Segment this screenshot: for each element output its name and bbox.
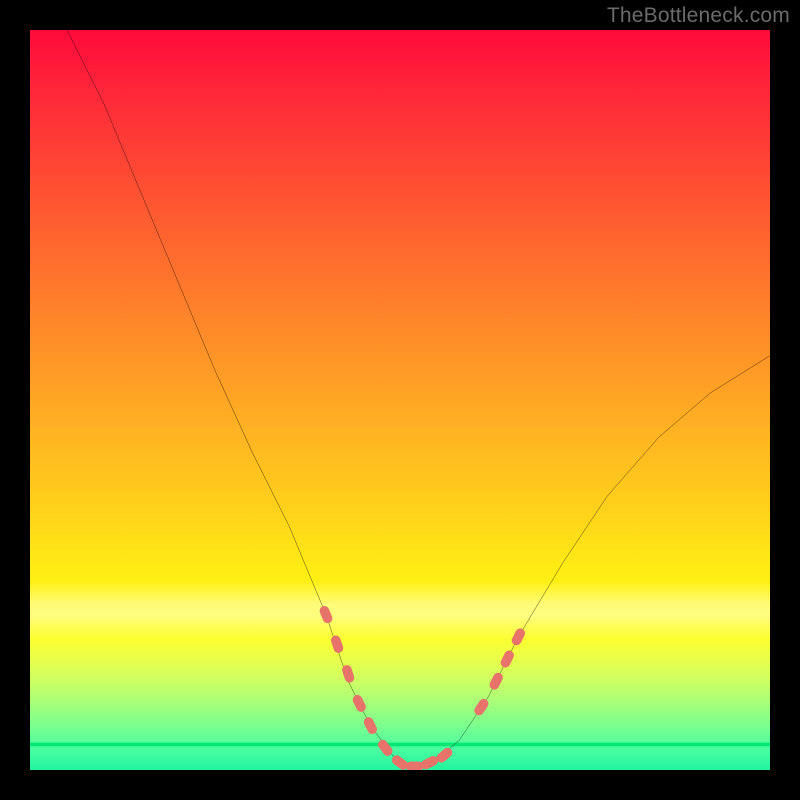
watermark-text: TheBottleneck.com <box>607 4 790 28</box>
chart-frame: TheBottleneck.com <box>0 0 800 800</box>
curve-marker <box>330 634 345 654</box>
plot-area <box>30 30 770 770</box>
bottleneck-curve <box>67 30 770 766</box>
curve-marker <box>488 671 505 691</box>
curve-marker <box>318 605 334 625</box>
curve-marker <box>341 664 356 684</box>
curve-marker <box>351 693 368 713</box>
curve-layer <box>30 30 770 770</box>
curve-marker <box>406 761 424 770</box>
curve-marker <box>362 716 379 736</box>
curve-marker <box>510 627 527 647</box>
curve-marker <box>472 697 490 717</box>
curve-marker <box>376 738 394 758</box>
curve-marker <box>499 649 516 669</box>
curve-markers <box>318 605 527 770</box>
